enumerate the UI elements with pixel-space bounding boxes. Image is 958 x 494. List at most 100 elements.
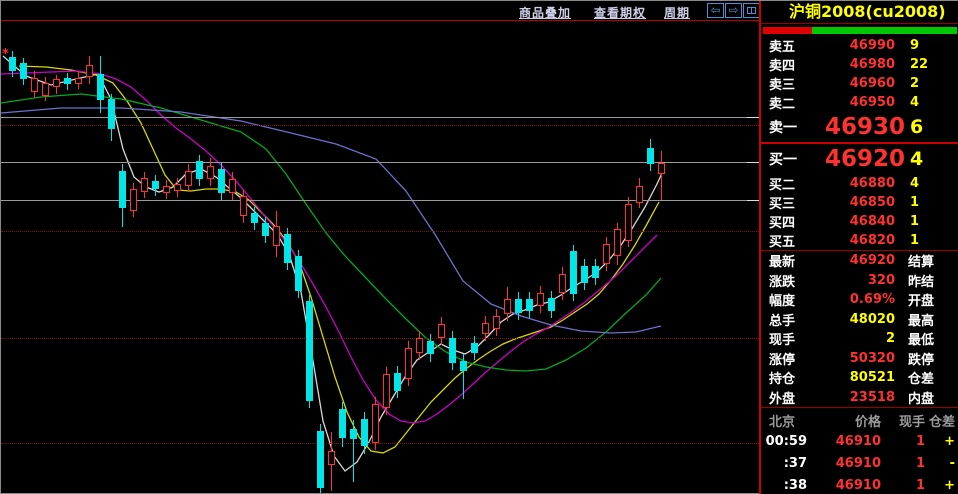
candle xyxy=(42,83,49,96)
candle xyxy=(262,223,269,236)
bid-level-row[interactable]: 买五468201 xyxy=(761,231,958,250)
ma-magenta xyxy=(1,71,657,423)
gridline xyxy=(1,200,759,201)
candle xyxy=(174,184,181,191)
candle xyxy=(526,299,533,311)
candle xyxy=(196,161,203,179)
bid-levels: 买一469204买二468804买三468501买四468401买五468201 xyxy=(761,144,958,250)
candle xyxy=(548,298,555,311)
tick-qty: 1 xyxy=(881,456,925,471)
arrow-left-icon[interactable]: ⇦ xyxy=(707,3,724,18)
stat-right-label: 跌停 xyxy=(895,349,958,368)
tick-list: 北京 价格 现手 仓差 00:59469101+:37469101-:38469… xyxy=(761,410,958,494)
candle xyxy=(438,324,445,338)
candle xyxy=(383,374,390,408)
stat-row: 涨跌320昨结 xyxy=(761,271,958,291)
menu-view-options[interactable]: 查看期权 xyxy=(594,4,646,21)
candle xyxy=(306,301,313,401)
bid-level-price: 46850 xyxy=(825,195,895,210)
stat-label: 总手 xyxy=(769,310,821,329)
ask-level-label: 卖二 xyxy=(769,93,825,112)
bid-level-row[interactable]: 买三468501 xyxy=(761,193,958,212)
ask-level-label: 卖五 xyxy=(769,36,825,55)
ask-level-price: 46930 xyxy=(825,114,895,140)
stat-value: 46920 xyxy=(821,253,895,268)
ask-level-qty: 6 xyxy=(895,116,957,138)
menu-overlay-commodity[interactable]: 商品叠加 xyxy=(519,4,571,21)
quote-panel: 沪铜2008(cu2008) 卖五469909卖四4698022卖三469602… xyxy=(759,1,958,494)
tick-row: :37469101- xyxy=(761,452,958,474)
bid-level-row[interactable]: 买四468401 xyxy=(761,212,958,231)
stat-row: 幅度0.69%开盘 xyxy=(761,290,958,310)
stat-value: 23518 xyxy=(821,390,895,405)
split-window-icon[interactable] xyxy=(743,3,760,18)
candle xyxy=(515,299,522,313)
stat-right-label: 仓差 xyxy=(895,368,958,387)
stat-row: 总手48020最高 xyxy=(761,310,958,330)
bid-level-label: 买二 xyxy=(769,174,825,193)
ask-level-row[interactable]: 卖三469602 xyxy=(761,74,958,93)
ask-level-row[interactable]: 卖五469909 xyxy=(761,36,958,55)
tick-row: :38469101+ xyxy=(761,474,958,494)
bid-level-qty: 4 xyxy=(895,176,957,191)
menu-period[interactable]: 周期 xyxy=(664,4,690,21)
ask-level-label: 卖三 xyxy=(769,74,825,93)
stat-label: 涨跌 xyxy=(769,271,821,290)
bid-level-price: 46880 xyxy=(825,176,895,191)
bid-level-qty: 1 xyxy=(895,195,957,210)
gridline xyxy=(1,443,759,444)
candle xyxy=(163,186,170,193)
price-edge-tick xyxy=(747,162,759,163)
ask-level-label: 卖四 xyxy=(769,55,825,74)
bid-level-price: 46920 xyxy=(825,146,895,172)
candle xyxy=(482,323,489,334)
stat-label: 涨停 xyxy=(769,349,821,368)
ask-level-row[interactable]: 卖二469504 xyxy=(761,93,958,112)
candle xyxy=(130,189,137,211)
ask-level-price: 46980 xyxy=(825,57,895,72)
candle xyxy=(317,431,324,488)
candle xyxy=(185,171,192,186)
ask-level-qty: 2 xyxy=(895,76,957,91)
stat-value: 0.69% xyxy=(821,292,895,307)
bid-level-price: 46820 xyxy=(825,233,895,248)
candle xyxy=(427,341,434,354)
chart-area[interactable]: * xyxy=(1,1,759,494)
stat-label: 外盘 xyxy=(769,388,821,407)
ask-level-price: 46960 xyxy=(825,76,895,91)
ask-level-row[interactable]: 卖四4698022 xyxy=(761,55,958,74)
candle xyxy=(64,78,71,84)
tick-rows: 00:59469101+:37469101-:38469101+ xyxy=(761,430,958,494)
candle xyxy=(394,373,401,391)
candle xyxy=(416,338,423,353)
candle xyxy=(108,99,115,129)
candle-wick xyxy=(661,151,662,200)
candle xyxy=(251,213,258,223)
gridline xyxy=(1,162,759,163)
ask-level-row[interactable]: 卖一469306 xyxy=(761,112,958,142)
stat-right-label: 内盘 xyxy=(895,388,958,407)
stats-section: 最新46920结算涨跌320昨结幅度0.69%开盘总手48020最高现手2最低涨… xyxy=(761,251,958,407)
arrow-right-icon[interactable]: ⇨ xyxy=(725,3,742,18)
candle xyxy=(493,316,500,329)
candle xyxy=(405,348,412,379)
candle xyxy=(229,179,236,193)
bid-level-row[interactable]: 买二468804 xyxy=(761,174,958,193)
tick-time: :38 xyxy=(761,478,807,493)
ratio-bar-sell-segment xyxy=(763,27,812,34)
candle xyxy=(207,166,214,179)
tick-qty: 1 xyxy=(881,434,925,449)
tick-oi-change: + xyxy=(925,434,957,449)
price-edge-tick xyxy=(747,117,759,118)
stat-label: 持仓 xyxy=(769,368,821,387)
candle xyxy=(284,234,291,263)
split-window-glyph xyxy=(747,7,756,14)
candle xyxy=(97,74,104,100)
gridline xyxy=(1,338,759,339)
candle xyxy=(570,251,577,294)
buy-sell-ratio-bar xyxy=(763,27,957,34)
candle xyxy=(504,299,511,314)
candle xyxy=(537,293,544,306)
bid-level-row[interactable]: 买一469204 xyxy=(761,144,958,174)
trading-terminal-window: * 商品叠加 查看期权 周期 ⇦ ⇨ 沪铜2008(cu2008) 卖五4699… xyxy=(0,0,958,494)
